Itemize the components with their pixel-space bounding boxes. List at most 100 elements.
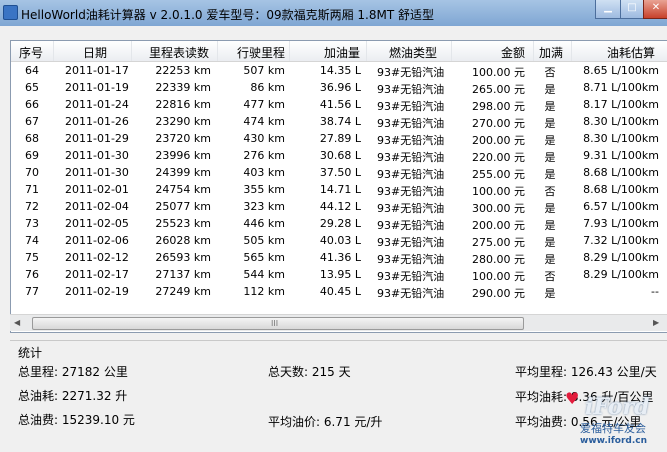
cell-odometer: 22339 km xyxy=(155,81,211,94)
cell-distance: 446 km xyxy=(243,217,285,230)
cell-amount: 290.00 元 xyxy=(472,287,525,300)
column-header-odometer[interactable]: 里程表读数 xyxy=(149,44,209,61)
cell-distance: 403 km xyxy=(243,166,285,179)
total-days: 总天数: 215 天 xyxy=(268,365,351,379)
cell-distance: 507 km xyxy=(243,64,285,77)
column-header-date[interactable]: 日期 xyxy=(83,44,107,61)
cell-full-tank: 是 xyxy=(544,236,556,249)
table-row[interactable]: 71 2011-02-01 24754 km 355 km 14.71 L 93#无铅汽油… xyxy=(11,181,667,198)
maximize-button[interactable]: □ xyxy=(620,0,644,19)
minimize-icon: ▁ xyxy=(604,2,612,13)
cell-date: 2011-01-24 xyxy=(65,98,129,111)
cell-fuel-type: 93#无铅汽油 xyxy=(377,168,445,181)
cell-consumption: 8.17 L/100km xyxy=(583,98,659,111)
watermark-logo: iFord xyxy=(585,394,650,420)
cell-no: 75 xyxy=(25,251,39,264)
watermark-text: 爱福特车友会 xyxy=(580,422,646,435)
cell-no: 70 xyxy=(25,166,39,179)
column-header-distance[interactable]: 行驶里程 xyxy=(237,44,285,61)
cell-amount: 100.00 元 xyxy=(472,270,525,283)
cell-full-tank: 是 xyxy=(544,134,556,147)
cell-fuel-volume: 40.45 L xyxy=(319,285,361,298)
cell-distance: 565 km xyxy=(243,251,285,264)
cell-odometer: 26593 km xyxy=(155,251,211,264)
cell-amount: 265.00 元 xyxy=(472,83,525,96)
close-button[interactable]: ✕ xyxy=(643,0,667,19)
table-row[interactable]: 73 2011-02-05 25523 km 446 km 29.28 L 93#无铅汽油… xyxy=(11,215,667,232)
cell-full-tank: 是 xyxy=(544,100,556,113)
cell-fuel-volume: 29.28 L xyxy=(319,217,361,230)
cell-full-tank: 是 xyxy=(544,168,556,181)
cell-fuel-volume: 30.68 L xyxy=(319,149,361,162)
cell-date: 2011-01-19 xyxy=(65,81,129,94)
cell-date: 2011-01-17 xyxy=(65,64,129,77)
cell-date: 2011-01-30 xyxy=(65,149,129,162)
cell-fuel-type: 93#无铅汽油 xyxy=(377,219,445,232)
total-fuel: 总油耗: 2271.32 升 xyxy=(18,389,128,403)
cell-fuel-type: 93#无铅汽油 xyxy=(377,236,445,249)
column-header-fuel-volume[interactable]: 加油量 xyxy=(324,44,360,61)
cell-date: 2011-02-19 xyxy=(65,285,129,298)
table-row[interactable]: 64 2011-01-17 22253 km 507 km 14.35 L 93#无铅汽油… xyxy=(11,62,667,79)
column-header-consumption[interactable]: 油耗估算 xyxy=(607,44,655,61)
cell-odometer: 24399 km xyxy=(155,166,211,179)
table-row[interactable]: 66 2011-01-24 22816 km 477 km 41.56 L 93#无铅汽油… xyxy=(11,96,667,113)
table-row[interactable]: 68 2011-01-29 23720 km 430 km 27.89 L 93#无铅汽油… xyxy=(11,130,667,147)
total-distance: 总里程: 27182 公里 xyxy=(18,365,128,379)
column-header-full-tank[interactable]: 加满 xyxy=(539,44,563,61)
cell-odometer: 22253 km xyxy=(155,64,211,77)
cell-fuel-type: 93#无铅汽油 xyxy=(377,202,445,215)
table-row[interactable]: 77 2011-02-19 27249 km 112 km 40.45 L 93#无铅汽油… xyxy=(11,283,667,300)
cell-odometer: 22816 km xyxy=(155,98,211,111)
table-row[interactable]: 76 2011-02-17 27137 km 544 km 13.95 L 93#无铅汽油… xyxy=(11,266,667,283)
table-row[interactable]: 65 2011-01-19 22339 km 86 km 36.96 L 93#无铅汽油 2… xyxy=(11,79,667,96)
cell-fuel-type: 93#无铅汽油 xyxy=(377,134,445,147)
cell-amount: 200.00 元 xyxy=(472,134,525,147)
cell-no: 64 xyxy=(25,64,39,77)
cell-distance: 474 km xyxy=(243,115,285,128)
cell-full-tank: 否 xyxy=(544,66,556,79)
table-row[interactable]: 67 2011-01-26 23290 km 474 km 38.74 L 93#无铅汽油… xyxy=(11,113,667,130)
horizontal-scrollbar[interactable]: ◀ III ▶ xyxy=(10,314,667,331)
refuel-record-table[interactable]: 序号 日期 里程表读数 行驶里程 加油量 燃油类型 金额 加满 油耗估算 64 2… xyxy=(10,40,667,333)
table-row[interactable]: 75 2011-02-12 26593 km 565 km 41.36 L 93#无铅汽油… xyxy=(11,249,667,266)
cell-consumption: 8.65 L/100km xyxy=(583,64,659,77)
cell-no: 74 xyxy=(25,234,39,247)
table-row[interactable]: 74 2011-02-06 26028 km 505 km 40.03 L 93#无铅汽油… xyxy=(11,232,667,249)
cell-consumption: 8.30 L/100km xyxy=(583,132,659,145)
cell-full-tank: 是 xyxy=(544,151,556,164)
window-title: HelloWorld油耗计算器 v 2.0.1.0 爱车型号：09款福克斯两厢 … xyxy=(21,8,434,22)
cell-no: 76 xyxy=(25,268,39,281)
table-row[interactable]: 70 2011-01-30 24399 km 403 km 37.50 L 93#无铅汽油… xyxy=(11,164,667,181)
cell-full-tank: 是 xyxy=(544,117,556,130)
scroll-left-icon[interactable]: ◀ xyxy=(14,318,20,327)
table-row[interactable]: 72 2011-02-04 25077 km 323 km 44.12 L 93#无铅汽油… xyxy=(11,198,667,215)
cell-distance: 355 km xyxy=(243,183,285,196)
cell-amount: 100.00 元 xyxy=(472,185,525,198)
cell-amount: 298.00 元 xyxy=(472,100,525,113)
minimize-button[interactable]: ▁ xyxy=(595,0,621,19)
cell-fuel-type: 93#无铅汽油 xyxy=(377,66,445,79)
cell-no: 65 xyxy=(25,81,39,94)
cell-date: 2011-01-29 xyxy=(65,132,129,145)
cell-full-tank: 是 xyxy=(544,287,556,300)
cell-fuel-volume: 36.96 L xyxy=(319,81,361,94)
scroll-right-icon[interactable]: ▶ xyxy=(653,318,659,327)
statistics-title: 统计 xyxy=(18,346,43,360)
cell-date: 2011-02-01 xyxy=(65,183,129,196)
cell-consumption: 8.68 L/100km xyxy=(583,183,659,196)
watermark-url: www.iford.cn xyxy=(580,436,648,446)
scroll-thumb[interactable]: III xyxy=(32,317,524,330)
column-header-amount[interactable]: 金额 xyxy=(501,44,525,61)
cell-odometer: 27249 km xyxy=(155,285,211,298)
cell-no: 71 xyxy=(25,183,39,196)
column-header-fuel-type[interactable]: 燃油类型 xyxy=(389,44,437,61)
table-row[interactable]: 69 2011-01-30 23996 km 276 km 30.68 L 93#无铅汽油… xyxy=(11,147,667,164)
column-header-no[interactable]: 序号 xyxy=(19,44,43,61)
cell-fuel-volume: 41.36 L xyxy=(319,251,361,264)
cell-consumption: 8.71 L/100km xyxy=(583,81,659,94)
cell-amount: 220.00 元 xyxy=(472,151,525,164)
cell-consumption: 7.32 L/100km xyxy=(583,234,659,247)
cell-date: 2011-02-12 xyxy=(65,251,129,264)
table-body: 64 2011-01-17 22253 km 507 km 14.35 L 93#无铅汽油… xyxy=(11,62,667,300)
